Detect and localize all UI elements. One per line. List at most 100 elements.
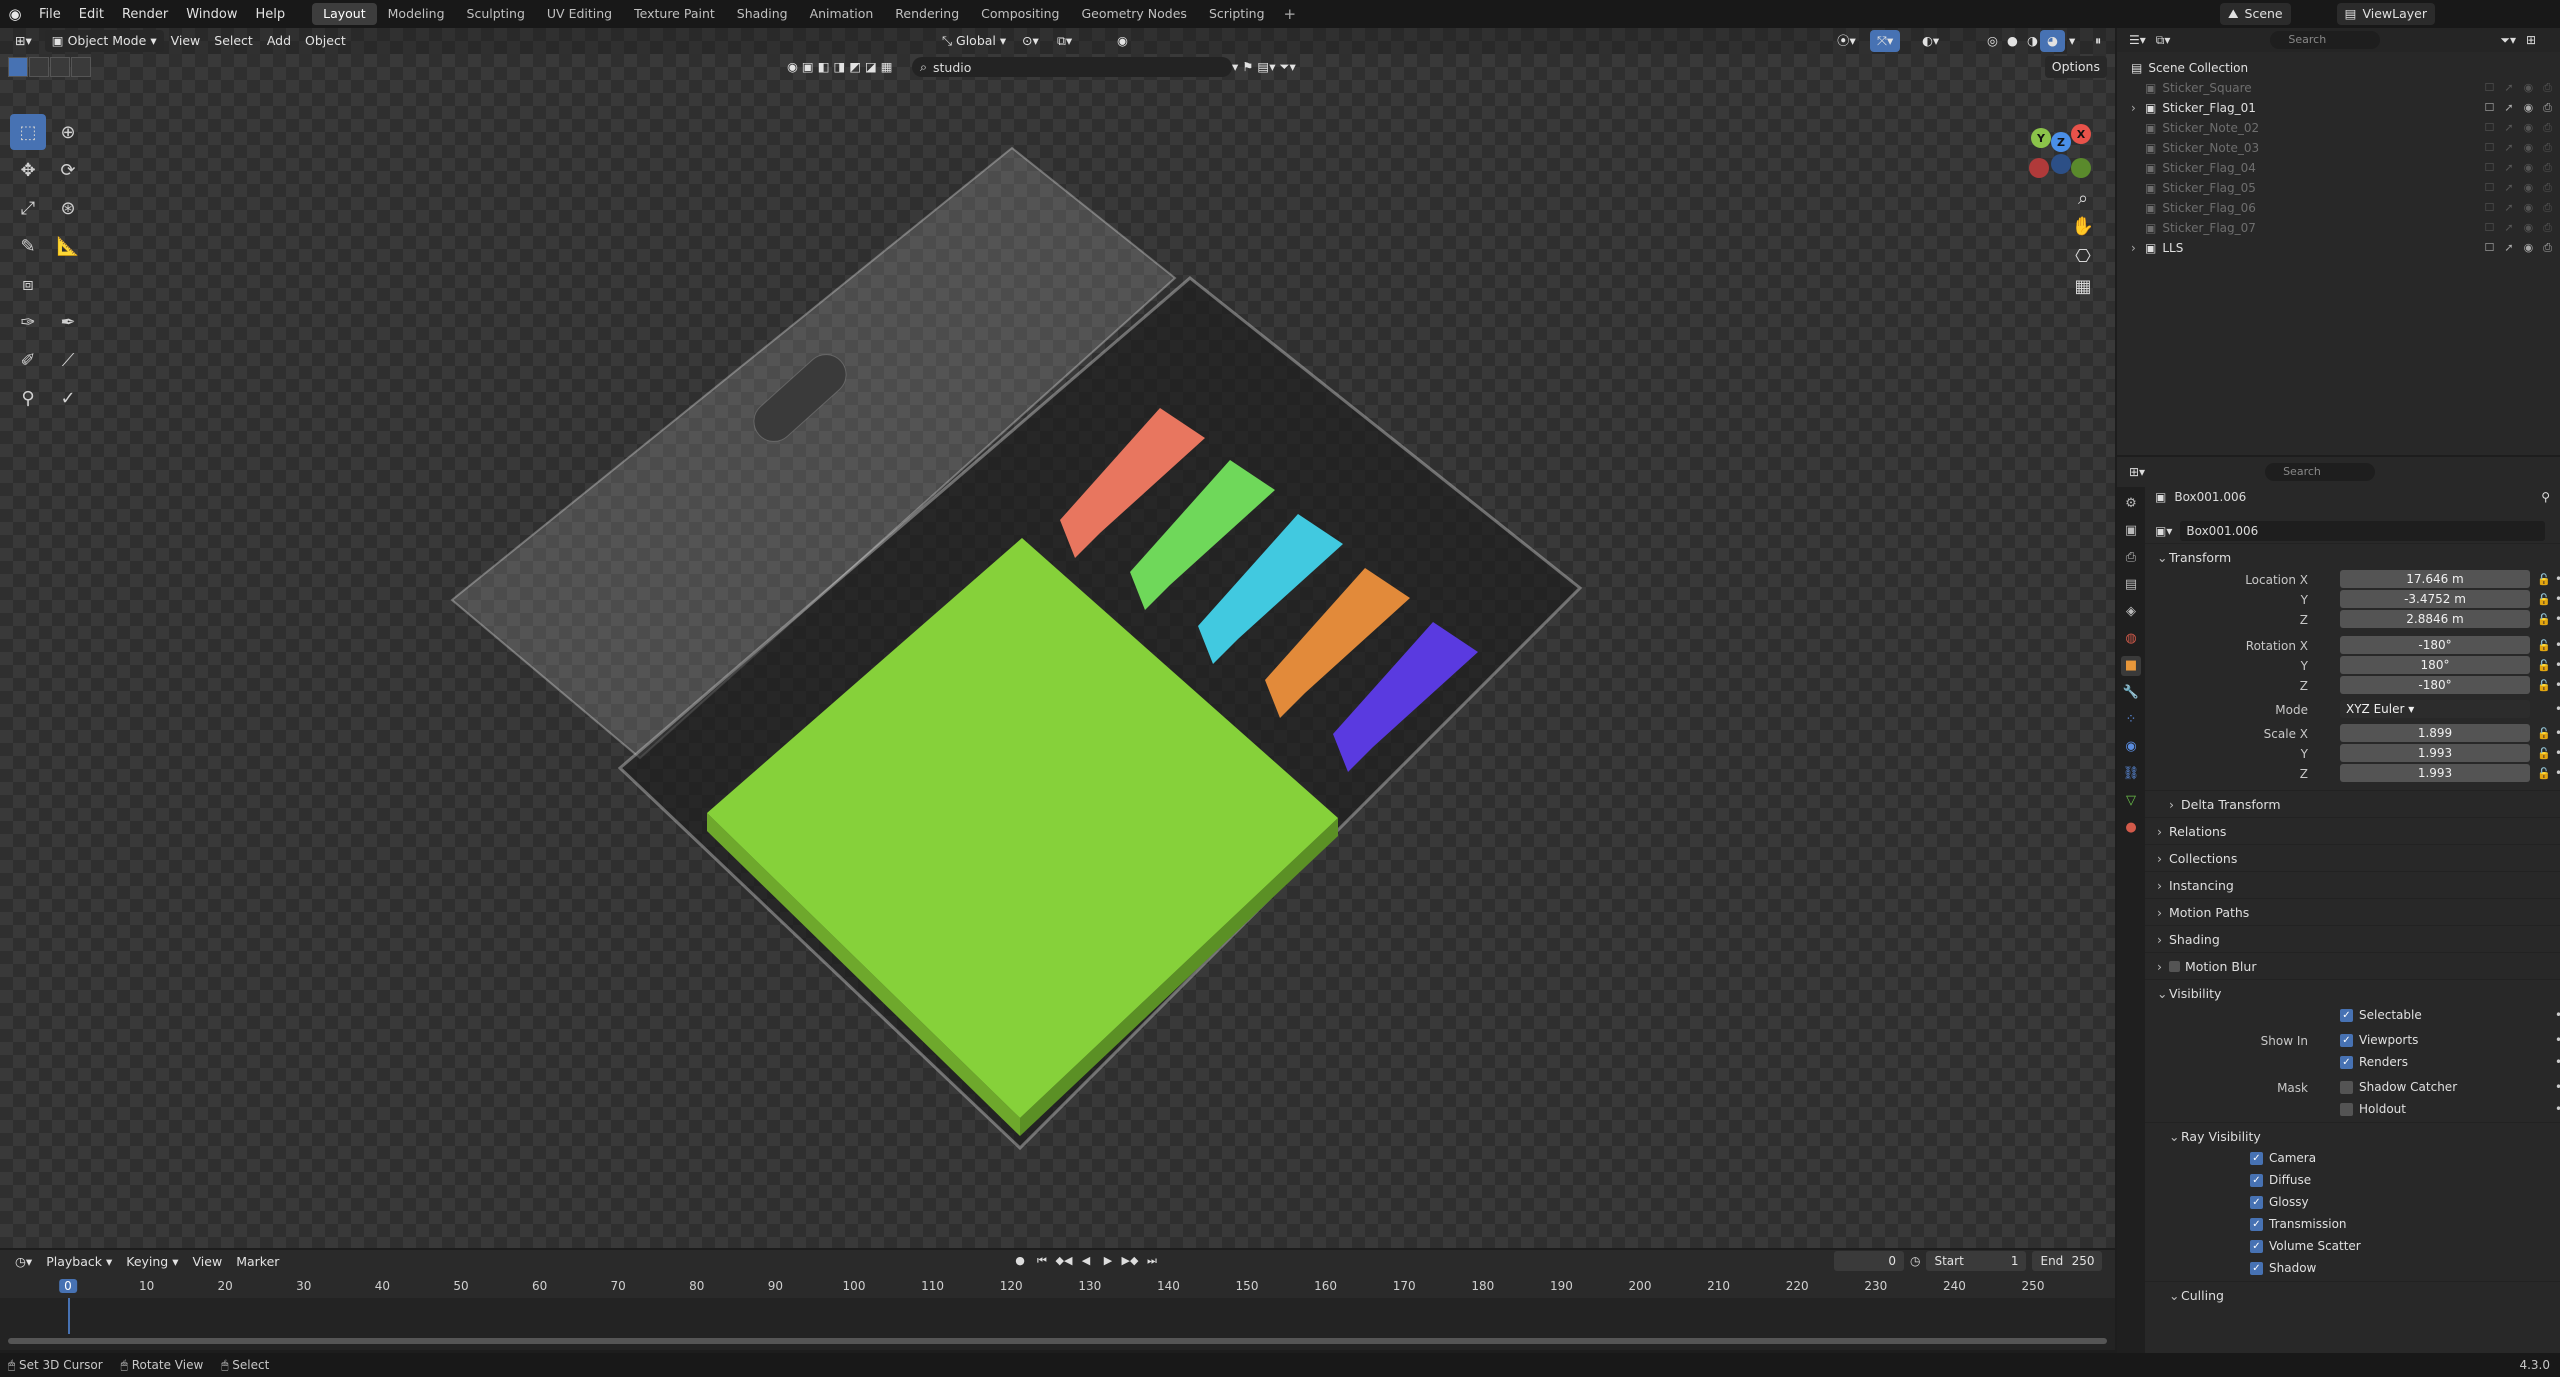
ray-checkbox[interactable]: ✓ (2250, 1218, 2263, 1231)
exclude-checkbox-icon[interactable]: ☐ (2484, 121, 2494, 135)
keyframe-dot-icon[interactable]: • (2555, 1102, 2560, 1116)
ray-checkbox[interactable]: ✓ (2250, 1240, 2263, 1253)
transform-section-header[interactable]: ⌄ Transform (2145, 543, 2560, 570)
outliner-search-input[interactable]: Search (2270, 31, 2381, 49)
keying-menu[interactable]: Keying ▾ (119, 1251, 185, 1273)
tab-scripting[interactable]: Scripting (1198, 3, 1276, 25)
data-tab-icon[interactable]: ▽ (2121, 791, 2141, 811)
scene-collection-row[interactable]: ▤ Scene Collection (2117, 58, 2560, 78)
timeline-track-area[interactable] (0, 1298, 2115, 1334)
prev-keyframe-icon[interactable]: ◆◀ (1054, 1251, 1074, 1271)
tab-rendering[interactable]: Rendering (884, 3, 970, 25)
lock-icon[interactable]: 🔓 (2537, 639, 2551, 652)
eye-icon[interactable]: ◉ (2524, 181, 2534, 195)
selectable-checkbox[interactable]: ✓ (2340, 1009, 2353, 1022)
physics-tab-icon[interactable]: ◉ (2121, 737, 2141, 757)
jump-end-icon[interactable]: ⏭ (1142, 1251, 1162, 1271)
exclude-checkbox-icon[interactable]: ☐ (2484, 81, 2494, 95)
menu-file[interactable]: File (30, 7, 70, 22)
exclude-checkbox-icon[interactable]: ☐ (2484, 161, 2494, 175)
section-header[interactable]: › Delta Transform (2145, 790, 2560, 817)
value-field[interactable]: 2.8846 m (2340, 610, 2530, 628)
outliner-item[interactable]: ▣ Sticker_Flag_06 ☐ ➚ ◉ ⎙ (2117, 198, 2560, 218)
visibility-toggles[interactable]: ☐ ➚ ◉ ⎙ (2484, 161, 2552, 175)
renders-checkbox[interactable]: ✓ (2340, 1056, 2353, 1069)
lock-icon[interactable]: 🔓 (2537, 593, 2551, 606)
keyframe-dot-icon[interactable]: • (2555, 702, 2560, 716)
keyframe-dot-icon[interactable]: • (2555, 658, 2560, 672)
visibility-toggles[interactable]: ☐ ➚ ◉ ⎙ (2484, 241, 2552, 255)
keyframe-dot-icon[interactable]: • (2555, 726, 2560, 740)
camera-icon[interactable]: ⎙ (2543, 141, 2552, 155)
keyframe-dot-icon[interactable]: • (2555, 1080, 2560, 1094)
timeline-ruler[interactable]: 0 10 20 30 40 50 60 70 80 90 100 110 120 130 140 150 160… (0, 1274, 2115, 1298)
visibility-toggles[interactable]: ☐ ➚ ◉ ⎙ (2484, 101, 2552, 115)
pin-icon[interactable]: ⚲ (2541, 490, 2550, 504)
eye-icon[interactable]: ◉ (2524, 121, 2534, 135)
outliner-item[interactable]: › ▣ Sticker_Flag_01 ☐ ➚ ◉ ⎙ (2117, 98, 2560, 118)
tab-texture-paint[interactable]: Texture Paint (623, 3, 726, 25)
camera-icon[interactable]: ⎙ (2543, 241, 2552, 255)
rotation-mode-dropdown[interactable]: XYZ Euler ▾ (2340, 700, 2530, 718)
section-header[interactable]: › Shading (2145, 925, 2560, 952)
tab-uv-editing[interactable]: UV Editing (536, 3, 623, 25)
exclude-checkbox-icon[interactable]: ☐ (2484, 181, 2494, 195)
tab-compositing[interactable]: Compositing (970, 3, 1070, 25)
eye-icon[interactable]: ◉ (2524, 161, 2534, 175)
menu-render[interactable]: Render (113, 7, 177, 22)
scene-field[interactable]: ⛰ Scene (2220, 3, 2291, 25)
lock-icon[interactable]: 🔓 (2537, 679, 2551, 692)
lock-icon[interactable]: 🔓 (2537, 767, 2551, 780)
holdout-checkbox[interactable] (2340, 1103, 2353, 1116)
object-tab-icon[interactable]: ■ (2121, 656, 2141, 676)
value-field[interactable]: 17.646 m (2340, 570, 2530, 588)
camera-icon[interactable]: ⎙ (2543, 101, 2552, 115)
section-header[interactable]: › Motion Paths (2145, 898, 2560, 925)
visibility-toggles[interactable]: ☐ ➚ ◉ ⎙ (2484, 181, 2552, 195)
lock-icon[interactable]: 🔓 (2537, 573, 2551, 586)
select-toggle-icon[interactable]: ➚ (2504, 101, 2513, 115)
display-mode-icon[interactable]: ⧉▾ (2156, 33, 2171, 48)
particles-tab-icon[interactable]: ⁘ (2121, 710, 2141, 730)
keyframe-dot-icon[interactable]: • (2555, 1008, 2560, 1022)
timeline-editor[interactable]: ◷▾ Playback ▾ Keying ▾ View Marker ● ⏮ ◆◀ … (0, 1250, 2115, 1350)
tab-sculpting[interactable]: Sculpting (456, 3, 536, 25)
viewports-checkbox[interactable]: ✓ (2340, 1034, 2353, 1047)
tool-tab-icon[interactable]: ⚙ (2121, 494, 2141, 514)
eye-icon[interactable]: ◉ (2524, 241, 2534, 255)
exclude-checkbox-icon[interactable]: ☐ (2484, 221, 2494, 235)
output-tab-icon[interactable]: ⎙ (2121, 548, 2141, 568)
outliner-item[interactable]: ▣ Sticker_Flag_07 ☐ ➚ ◉ ⎙ (2117, 218, 2560, 238)
eye-icon[interactable]: ◉ (2524, 201, 2534, 215)
section-header[interactable]: › Instancing (2145, 871, 2560, 898)
menu-window[interactable]: Window (177, 7, 246, 22)
exclude-checkbox-icon[interactable]: ☐ (2484, 101, 2494, 115)
play-reverse-icon[interactable]: ◀ (1076, 1251, 1096, 1271)
select-toggle-icon[interactable]: ➚ (2504, 161, 2513, 175)
filter-icon[interactable]: ⏷▾ (2500, 33, 2516, 48)
camera-icon[interactable]: ⎙ (2543, 221, 2552, 235)
lock-icon[interactable]: 🔓 (2537, 659, 2551, 672)
ray-visibility-header[interactable]: ⌄ Ray Visibility (2145, 1122, 2560, 1149)
outliner-item[interactable]: ▣ Sticker_Flag_04 ☐ ➚ ◉ ⎙ (2117, 158, 2560, 178)
keyframe-dot-icon[interactable]: • (2555, 592, 2560, 606)
expand-icon[interactable]: › (2131, 241, 2145, 255)
eye-icon[interactable]: ◉ (2524, 101, 2534, 115)
ray-checkbox[interactable]: ✓ (2250, 1262, 2263, 1275)
keyframe-dot-icon[interactable]: • (2555, 678, 2560, 692)
render-tab-icon[interactable]: ▣ (2121, 521, 2141, 541)
outliner-item[interactable]: › ▣ LLS ☐ ➚ ◉ ⎙ (2117, 238, 2560, 258)
3d-viewport[interactable]: ⊞▾ ▣ Object Mode ▾ View Select Add Object … (0, 28, 2115, 1248)
value-field[interactable]: 180° (2340, 656, 2530, 674)
camera-icon[interactable]: ⎙ (2543, 81, 2552, 95)
add-workspace-icon[interactable]: + (1276, 3, 1305, 25)
lock-icon[interactable]: 🔓 (2537, 727, 2551, 740)
properties-editor-icon[interactable]: ⊞▾ (2129, 465, 2145, 479)
tab-animation[interactable]: Animation (799, 3, 885, 25)
value-field[interactable]: -180° (2340, 676, 2530, 694)
ray-checkbox[interactable]: ✓ (2250, 1196, 2263, 1209)
end-frame-field[interactable]: End 250 (2032, 1251, 2103, 1271)
keyframe-dot-icon[interactable]: • (2555, 638, 2560, 652)
material-tab-icon[interactable]: ● (2121, 818, 2141, 838)
tab-shading[interactable]: Shading (726, 3, 799, 25)
